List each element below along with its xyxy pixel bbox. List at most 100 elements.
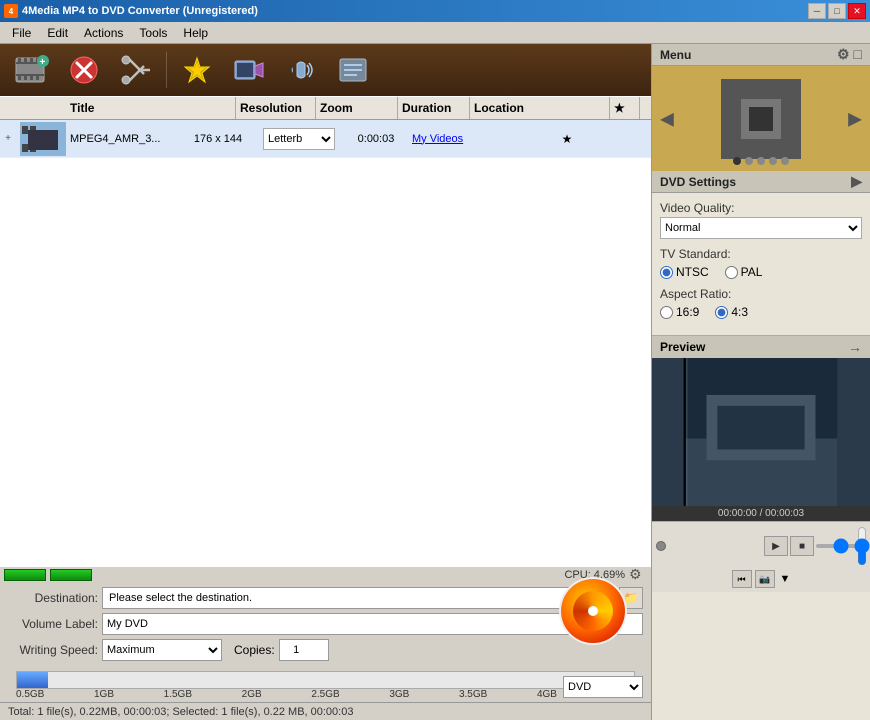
menu-file[interactable]: File xyxy=(4,24,39,42)
disk-label-7: 4GB xyxy=(537,689,557,700)
progress-segment-2 xyxy=(50,569,92,581)
settings-gear-button[interactable]: ⚙ xyxy=(629,566,647,584)
close-button[interactable]: ✕ xyxy=(848,3,866,19)
col-header-location: Location xyxy=(470,97,610,119)
copies-label: Copies: xyxy=(234,643,275,657)
menu-button[interactable] xyxy=(329,48,377,92)
table-row[interactable]: + MPEG4_AMR_3... 176 x 144 Letterb xyxy=(0,120,651,158)
preview-expand-button[interactable]: → xyxy=(848,339,862,355)
tv-standard-options: NTSC PAL xyxy=(660,265,862,279)
file-list-body: + MPEG4_AMR_3... 176 x 144 Letterb xyxy=(0,120,651,567)
dvd-nav-left-button[interactable]: ◀ xyxy=(656,104,678,133)
zoom-select[interactable]: Letterb Stretch Pan&Scan xyxy=(263,128,335,150)
ntsc-radio[interactable] xyxy=(660,266,673,279)
menu-edit[interactable]: Edit xyxy=(39,24,76,42)
menu-tools[interactable]: Tools xyxy=(131,24,175,42)
disk-labels: 0.5GB 1GB 1.5GB 2GB 2.5GB 3GB 3.5GB 4GB … xyxy=(16,689,635,700)
more-options-button[interactable]: ▼ xyxy=(780,573,791,585)
menu-expand-button[interactable]: □ xyxy=(854,46,862,63)
col-header-duration: Duration xyxy=(398,97,470,119)
audio-button[interactable] xyxy=(277,48,325,92)
clip-button[interactable] xyxy=(112,48,160,92)
16x9-radio[interactable] xyxy=(660,306,673,319)
play-button[interactable]: ▶ xyxy=(764,536,788,556)
convert-disc-visual xyxy=(561,579,625,643)
file-location[interactable]: My Videos xyxy=(412,133,552,145)
disk-label-0: 0.5GB xyxy=(16,689,44,700)
location-link[interactable]: My Videos xyxy=(412,133,463,145)
maximize-button[interactable]: □ xyxy=(828,3,846,19)
tv-standard-label: TV Standard: xyxy=(660,247,862,261)
menu-label: Menu xyxy=(660,48,691,62)
disk-label-6: 3.5GB xyxy=(459,689,487,700)
video-quality-row: Video Quality: Normal High Low xyxy=(660,201,862,239)
pal-radio[interactable] xyxy=(725,266,738,279)
disk-label-2: 1.5GB xyxy=(164,689,192,700)
4x3-radio[interactable] xyxy=(715,306,728,319)
file-title: MPEG4_AMR_3... xyxy=(70,133,178,145)
dvd-dot-4[interactable] xyxy=(769,157,777,165)
convert-button[interactable] xyxy=(559,577,627,645)
copies-input[interactable] xyxy=(279,639,329,661)
effect-button[interactable] xyxy=(173,48,221,92)
window-controls: ─ □ ✕ xyxy=(808,3,866,19)
dvd-settings-label: DVD Settings xyxy=(660,175,736,189)
dvd-nav-right-button[interactable]: ▶ xyxy=(844,104,866,133)
dvd-dot-2[interactable] xyxy=(745,157,753,165)
progress-bar-area: CPU: 4.69% ⚙ xyxy=(0,567,651,583)
4x3-radio-label[interactable]: 4:3 xyxy=(715,305,748,319)
brightness-slider[interactable] xyxy=(858,526,866,566)
pal-radio-label[interactable]: PAL xyxy=(725,265,763,279)
disk-type-select[interactable]: DVD xyxy=(563,676,643,698)
writing-speed-row: Writing Speed: Maximum Copies: xyxy=(8,639,643,661)
dvd-settings-header: DVD Settings ▶ xyxy=(652,171,870,193)
file-list-header: Title Resolution Zoom Duration Location … xyxy=(0,96,651,120)
remove-button[interactable] xyxy=(60,48,108,92)
file-star: ★ xyxy=(552,132,582,146)
col-header-resolution: Resolution xyxy=(236,97,316,119)
menu-help[interactable]: Help xyxy=(175,24,216,42)
playback-extra-buttons: ⏮ 📷 ▼ xyxy=(656,570,866,588)
toolbar-separator-1 xyxy=(166,52,167,88)
add-video-button[interactable]: + xyxy=(8,48,56,92)
disk-label-3: 2GB xyxy=(242,689,262,700)
playback-controls: ▶ ■ ⏮ 📷 ▼ xyxy=(652,521,870,592)
volume-slider[interactable] xyxy=(816,544,856,548)
writing-speed-select[interactable]: Maximum xyxy=(102,639,222,661)
playback-buttons-row: ▶ ■ xyxy=(656,526,866,566)
menu-actions[interactable]: Actions xyxy=(76,24,131,42)
volume-label: Volume Label: xyxy=(8,617,98,631)
dvd-menu-thumbnail xyxy=(721,79,801,159)
destination-select[interactable]: Please select the destination. xyxy=(102,587,615,609)
main-container: + xyxy=(0,44,870,720)
window-title: 4Media MP4 to DVD Converter (Unregistere… xyxy=(22,5,258,17)
volume-row: Volume Label: xyxy=(8,613,643,635)
minimize-button[interactable]: ─ xyxy=(808,3,826,19)
screenshot-button[interactable]: 📷 xyxy=(755,570,775,588)
dvd-settings-expand-button[interactable]: ▶ xyxy=(851,173,862,190)
dvd-dot-5[interactable] xyxy=(781,157,789,165)
app-icon: 4 xyxy=(4,4,18,18)
16x9-radio-label[interactable]: 16:9 xyxy=(660,305,699,319)
ntsc-radio-label[interactable]: NTSC xyxy=(660,265,709,279)
aspect-ratio-label: Aspect Ratio: xyxy=(660,287,862,301)
preview-label: Preview xyxy=(660,340,705,354)
dvd-dot-3[interactable] xyxy=(757,157,765,165)
menu-tool-button[interactable]: ⚙ xyxy=(837,46,850,63)
stop-button[interactable]: ■ xyxy=(790,536,814,556)
rewind-button[interactable]: ⏮ xyxy=(732,570,752,588)
file-zoom[interactable]: Letterb Stretch Pan&Scan xyxy=(258,128,340,150)
disk-bar-fill xyxy=(17,672,48,688)
left-panel: + xyxy=(0,44,651,720)
dvd-dot-1[interactable] xyxy=(733,157,741,165)
disk-usage-row: 0.5GB 1GB 1.5GB 2GB 2.5GB 3GB 3.5GB 4GB … xyxy=(0,669,651,702)
destination-area: Destination: Please select the destinati… xyxy=(0,583,651,669)
video-settings-button[interactable] xyxy=(225,48,273,92)
row-expand-button[interactable]: + xyxy=(0,133,16,144)
video-quality-label: Video Quality: xyxy=(660,201,862,215)
video-quality-select[interactable]: Normal High Low xyxy=(660,217,862,239)
16x9-label: 16:9 xyxy=(676,305,699,319)
writing-speed-label: Writing Speed: xyxy=(8,643,98,657)
file-resolution: 176 x 144 xyxy=(178,133,258,145)
preview-header: Preview → xyxy=(652,336,870,358)
